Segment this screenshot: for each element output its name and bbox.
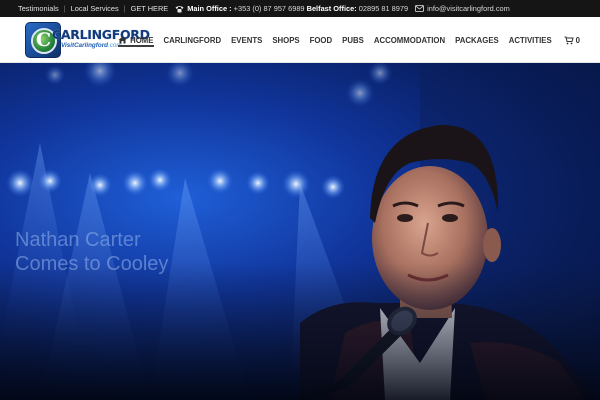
nav-item-activities[interactable]: ACTIVITIES	[509, 17, 552, 63]
nav-item-food[interactable]: FOOD	[310, 17, 333, 63]
belfast-office-phone[interactable]: 02895 81 8979	[359, 4, 408, 13]
get-here-link[interactable]: GET HERE	[131, 4, 169, 13]
email-link[interactable]: info@visitcarlingford.com	[427, 4, 510, 13]
mail-icon	[415, 5, 425, 12]
cart-count: 0	[575, 35, 580, 45]
nav-item-shops[interactable]: SHOPS	[272, 17, 299, 63]
nav-item-events[interactable]: EVENTS	[231, 17, 262, 63]
belfast-office-label: Belfast Office:	[306, 4, 357, 13]
hero-title-line2: Comes to Cooley	[15, 253, 169, 275]
hero-title[interactable]: Nathan Carter Comes to Cooley	[15, 228, 235, 276]
cart-icon	[564, 36, 574, 44]
cart-button[interactable]: 0	[564, 36, 580, 45]
hero-title-line1: Nathan Carter	[15, 229, 141, 251]
logo-url-main: VisitCarlingford	[61, 42, 108, 49]
main-office-label: Main Office :	[187, 4, 232, 13]
hero-slider[interactable]: Nathan Carter Comes to Cooley	[0, 63, 600, 400]
separator: |	[123, 4, 126, 13]
nav-item-home[interactable]: HOME	[118, 17, 154, 63]
separator: |	[63, 4, 66, 13]
contact-info: Main Office : +353 (0) 87 957 6989 Belfa…	[175, 4, 510, 13]
logo-letter: C	[36, 29, 52, 51]
top-bar: Testimonials | Local Services | GET HERE…	[0, 0, 600, 17]
main-office-phone[interactable]: +353 (0) 87 957 6989	[234, 4, 305, 13]
local-services-link[interactable]: Local Services	[71, 4, 119, 13]
home-icon	[118, 36, 127, 44]
nav-item-packages[interactable]: PACKAGES	[455, 17, 499, 63]
phone-icon	[175, 5, 184, 12]
site-header: C CARLINGFORD VisitCarlingford.com HOME …	[0, 17, 600, 63]
nav-item-pubs[interactable]: PUBS	[342, 17, 364, 63]
testimonials-link[interactable]: Testimonials	[18, 4, 59, 13]
main-nav: HOME CARLINGFORD EVENTS SHOPS FOOD PUBS …	[108, 17, 580, 63]
nav-label-home: HOME	[130, 35, 154, 45]
nav-item-carlingford[interactable]: CARLINGFORD	[164, 17, 222, 63]
nav-item-accommodation[interactable]: ACCOMMODATION	[374, 17, 445, 63]
